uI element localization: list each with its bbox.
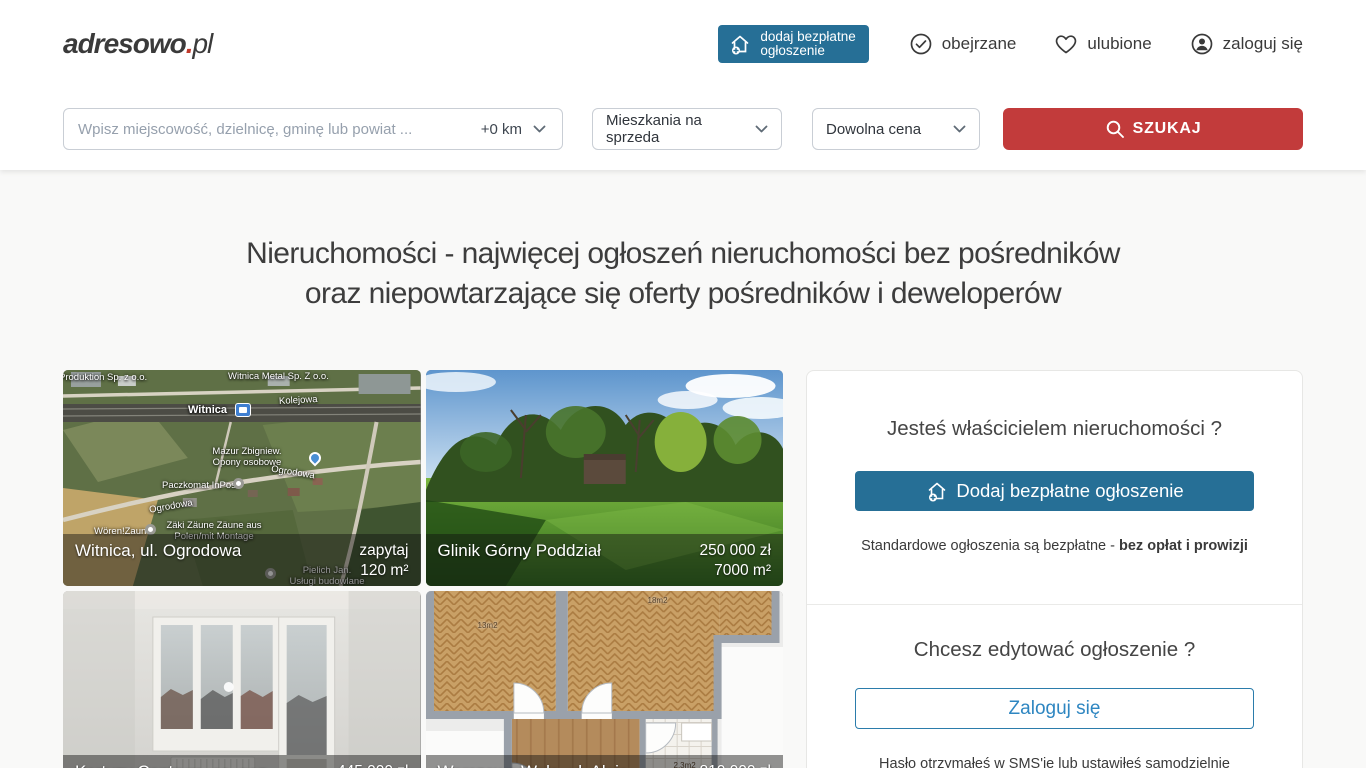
map-label-kolejowa: Kolejowa bbox=[279, 394, 318, 407]
house-plus-icon bbox=[728, 32, 752, 56]
location-search-input[interactable] bbox=[64, 109, 465, 149]
brand-name: adresowo bbox=[63, 28, 186, 59]
category-value: Mieszkania na sprzeda bbox=[606, 112, 755, 146]
listing-meta: 810 000 zł bbox=[699, 762, 771, 768]
owner-note-text: Standardowe ogłoszenia są bezpłatne - bbox=[861, 538, 1119, 554]
adresowo-homepage: { "brand": { "main": "adresowo", "dot": … bbox=[0, 0, 1366, 768]
floor-plan-image bbox=[426, 591, 784, 768]
listing-area: 120 m² bbox=[359, 561, 408, 581]
main-content: Produktion Sp. z o.o. Witnica Metal Sp. … bbox=[0, 370, 1366, 768]
nav-login-label: zaloguj się bbox=[1223, 34, 1303, 54]
search-submit-label: SZUKAJ bbox=[1133, 120, 1202, 138]
nav-viewed-label: obejrzane bbox=[942, 34, 1017, 54]
nav-favorites[interactable]: ulubione bbox=[1054, 32, 1151, 56]
listing-price: 810 000 zł bbox=[699, 762, 771, 768]
map-label-town: Witnica bbox=[188, 405, 227, 416]
chevron-down-icon bbox=[533, 125, 546, 133]
edit-section: Chcesz edytować ogłoszenie ? Zaloguj się… bbox=[807, 604, 1302, 768]
listing-overlay: Glinik Górny Poddział 250 000 zł 7000 m² bbox=[426, 534, 784, 586]
header-nav: obejrzane ulubione zaloguj się bbox=[909, 32, 1303, 56]
listing-title: Warszawa Wola, ul. Aleja bbox=[438, 762, 629, 768]
sidebar-login-button[interactable]: Zaloguj się bbox=[855, 688, 1254, 729]
map-label-ogrodowa-2: Ogrodowa bbox=[148, 497, 193, 515]
check-circle-icon bbox=[909, 32, 933, 56]
owner-heading: Jesteś właścicielem nieruchomości ? bbox=[855, 417, 1254, 441]
add-listing-label-line1: dodaj bezpłatne bbox=[760, 29, 855, 44]
edit-heading: Chcesz edytować ogłoszenie ? bbox=[855, 638, 1254, 662]
listing-meta: 250 000 zł 7000 m² bbox=[699, 541, 771, 586]
category-select[interactable]: Mieszkania na sprzeda bbox=[592, 108, 782, 150]
nav-viewed[interactable]: obejrzane bbox=[909, 32, 1017, 56]
header: adresowo.pl dodaj bezpłatne ogłoszenie o… bbox=[63, 0, 1303, 88]
listing-title: Kartuzy Centrum, co. gaz bbox=[75, 762, 267, 768]
plan-room1-label: 13m2 bbox=[478, 621, 498, 630]
owner-note-bold: bez opłat i prowizji bbox=[1119, 538, 1248, 554]
map-pin-icon bbox=[233, 478, 244, 489]
chevron-down-icon bbox=[755, 125, 768, 133]
listing-overlay: Kartuzy Centrum, co. gaz 445 000 zł bbox=[63, 755, 421, 768]
brand-logo[interactable]: adresowo.pl bbox=[63, 28, 212, 60]
listing-overlay: Witnica, ul. Ogrodowa zapytaj 120 m² bbox=[63, 534, 421, 586]
listing-title: Witnica, ul. Ogrodowa bbox=[75, 541, 241, 586]
page-title-line1: Nieruchomości - najwięcej ogłoszeń nieru… bbox=[0, 234, 1366, 274]
listing-meta: zapytaj 120 m² bbox=[359, 541, 408, 586]
listing-price: 445 000 zł bbox=[337, 762, 409, 768]
house-plus-icon bbox=[925, 479, 949, 503]
owner-sidebar: Jesteś właścicielem nieruchomości ? Doda… bbox=[806, 370, 1303, 768]
train-station-icon bbox=[235, 403, 251, 417]
search-bar: +0 km Mieszkania na sprzeda Dowolna cena bbox=[63, 108, 1303, 150]
chevron-down-icon bbox=[953, 125, 966, 133]
listing-price: 250 000 zł bbox=[699, 541, 771, 561]
add-listing-label-line2: ogłoszenie bbox=[760, 43, 825, 58]
owner-note: Standardowe ogłoszenia są bezpłatne - be… bbox=[855, 538, 1254, 554]
interior-photo-image bbox=[63, 591, 421, 768]
sidebar-login-label: Zaloguj się bbox=[1009, 698, 1101, 720]
location-search-group: +0 km bbox=[63, 108, 563, 150]
owner-section: Jesteś właścicielem nieruchomości ? Doda… bbox=[807, 371, 1302, 604]
listing-meta: 445 000 zł bbox=[337, 762, 409, 768]
nav-favorites-label: ulubione bbox=[1087, 34, 1151, 54]
top-bar: adresowo.pl dodaj bezpłatne ogłoszenie o… bbox=[0, 0, 1366, 170]
sidebar-add-listing-button[interactable]: Dodaj bezpłatne ogłoszenie bbox=[855, 471, 1254, 511]
listing-title: Glinik Górny Poddział bbox=[438, 541, 601, 586]
radius-select[interactable]: +0 km bbox=[465, 109, 562, 149]
listing-grid: Produktion Sp. z o.o. Witnica Metal Sp. … bbox=[63, 370, 783, 768]
map-label-paczkomat: Paczkomat InPost bbox=[162, 480, 239, 491]
listing-area: 7000 m² bbox=[699, 561, 771, 581]
map-pin-icon bbox=[307, 450, 324, 467]
listing-card-kartuzy[interactable]: Kartuzy Centrum, co. gaz 445 000 zł bbox=[63, 591, 421, 768]
radius-value: +0 km bbox=[481, 121, 522, 138]
magnifier-icon bbox=[1105, 119, 1125, 139]
listing-card-warszawa[interactable]: 13m2 18m2 2,3m2 Warszawa Wola, ul. Aleja… bbox=[426, 591, 784, 768]
map-label-zaki-line1: Zäki Zäune Zäune aus bbox=[166, 520, 261, 531]
search-submit-button[interactable]: SZUKAJ bbox=[1003, 108, 1303, 150]
map-label-factory: Produktion Sp. z o.o. bbox=[63, 372, 147, 383]
sidebar-add-listing-label: Dodaj bezpłatne ogłoszenie bbox=[956, 480, 1183, 502]
edit-note: Hasło otrzymałeś w SMS'ie lub ustawiłeś … bbox=[855, 756, 1254, 768]
map-label-mazur-line1: Mazur Zbigniew. bbox=[212, 446, 281, 457]
heart-icon bbox=[1054, 32, 1078, 56]
price-select[interactable]: Dowolna cena bbox=[812, 108, 980, 150]
nav-login[interactable]: zaloguj się bbox=[1190, 32, 1303, 56]
page-title: Nieruchomości - najwięcej ogłoszeń nieru… bbox=[0, 234, 1366, 314]
listing-card-witnica[interactable]: Produktion Sp. z o.o. Witnica Metal Sp. … bbox=[63, 370, 421, 586]
page-title-line2: oraz niepowtarzające się oferty pośredni… bbox=[0, 274, 1366, 314]
plan-room2-label: 18m2 bbox=[648, 596, 668, 605]
listing-card-glinik[interactable]: Glinik Górny Poddział 250 000 zł 7000 m² bbox=[426, 370, 784, 586]
map-label-ogrodowa-1: Ogrodowa bbox=[270, 464, 315, 482]
listing-price: zapytaj bbox=[359, 541, 408, 561]
add-listing-button[interactable]: dodaj bezpłatne ogłoszenie bbox=[718, 25, 868, 63]
map-label-metal: Witnica Metal Sp. Z o.o. bbox=[228, 371, 329, 382]
brand-tld: pl bbox=[192, 28, 212, 59]
price-value: Dowolna cena bbox=[826, 121, 921, 138]
user-circle-icon bbox=[1190, 32, 1214, 56]
listing-overlay: Warszawa Wola, ul. Aleja 810 000 zł bbox=[426, 755, 784, 768]
